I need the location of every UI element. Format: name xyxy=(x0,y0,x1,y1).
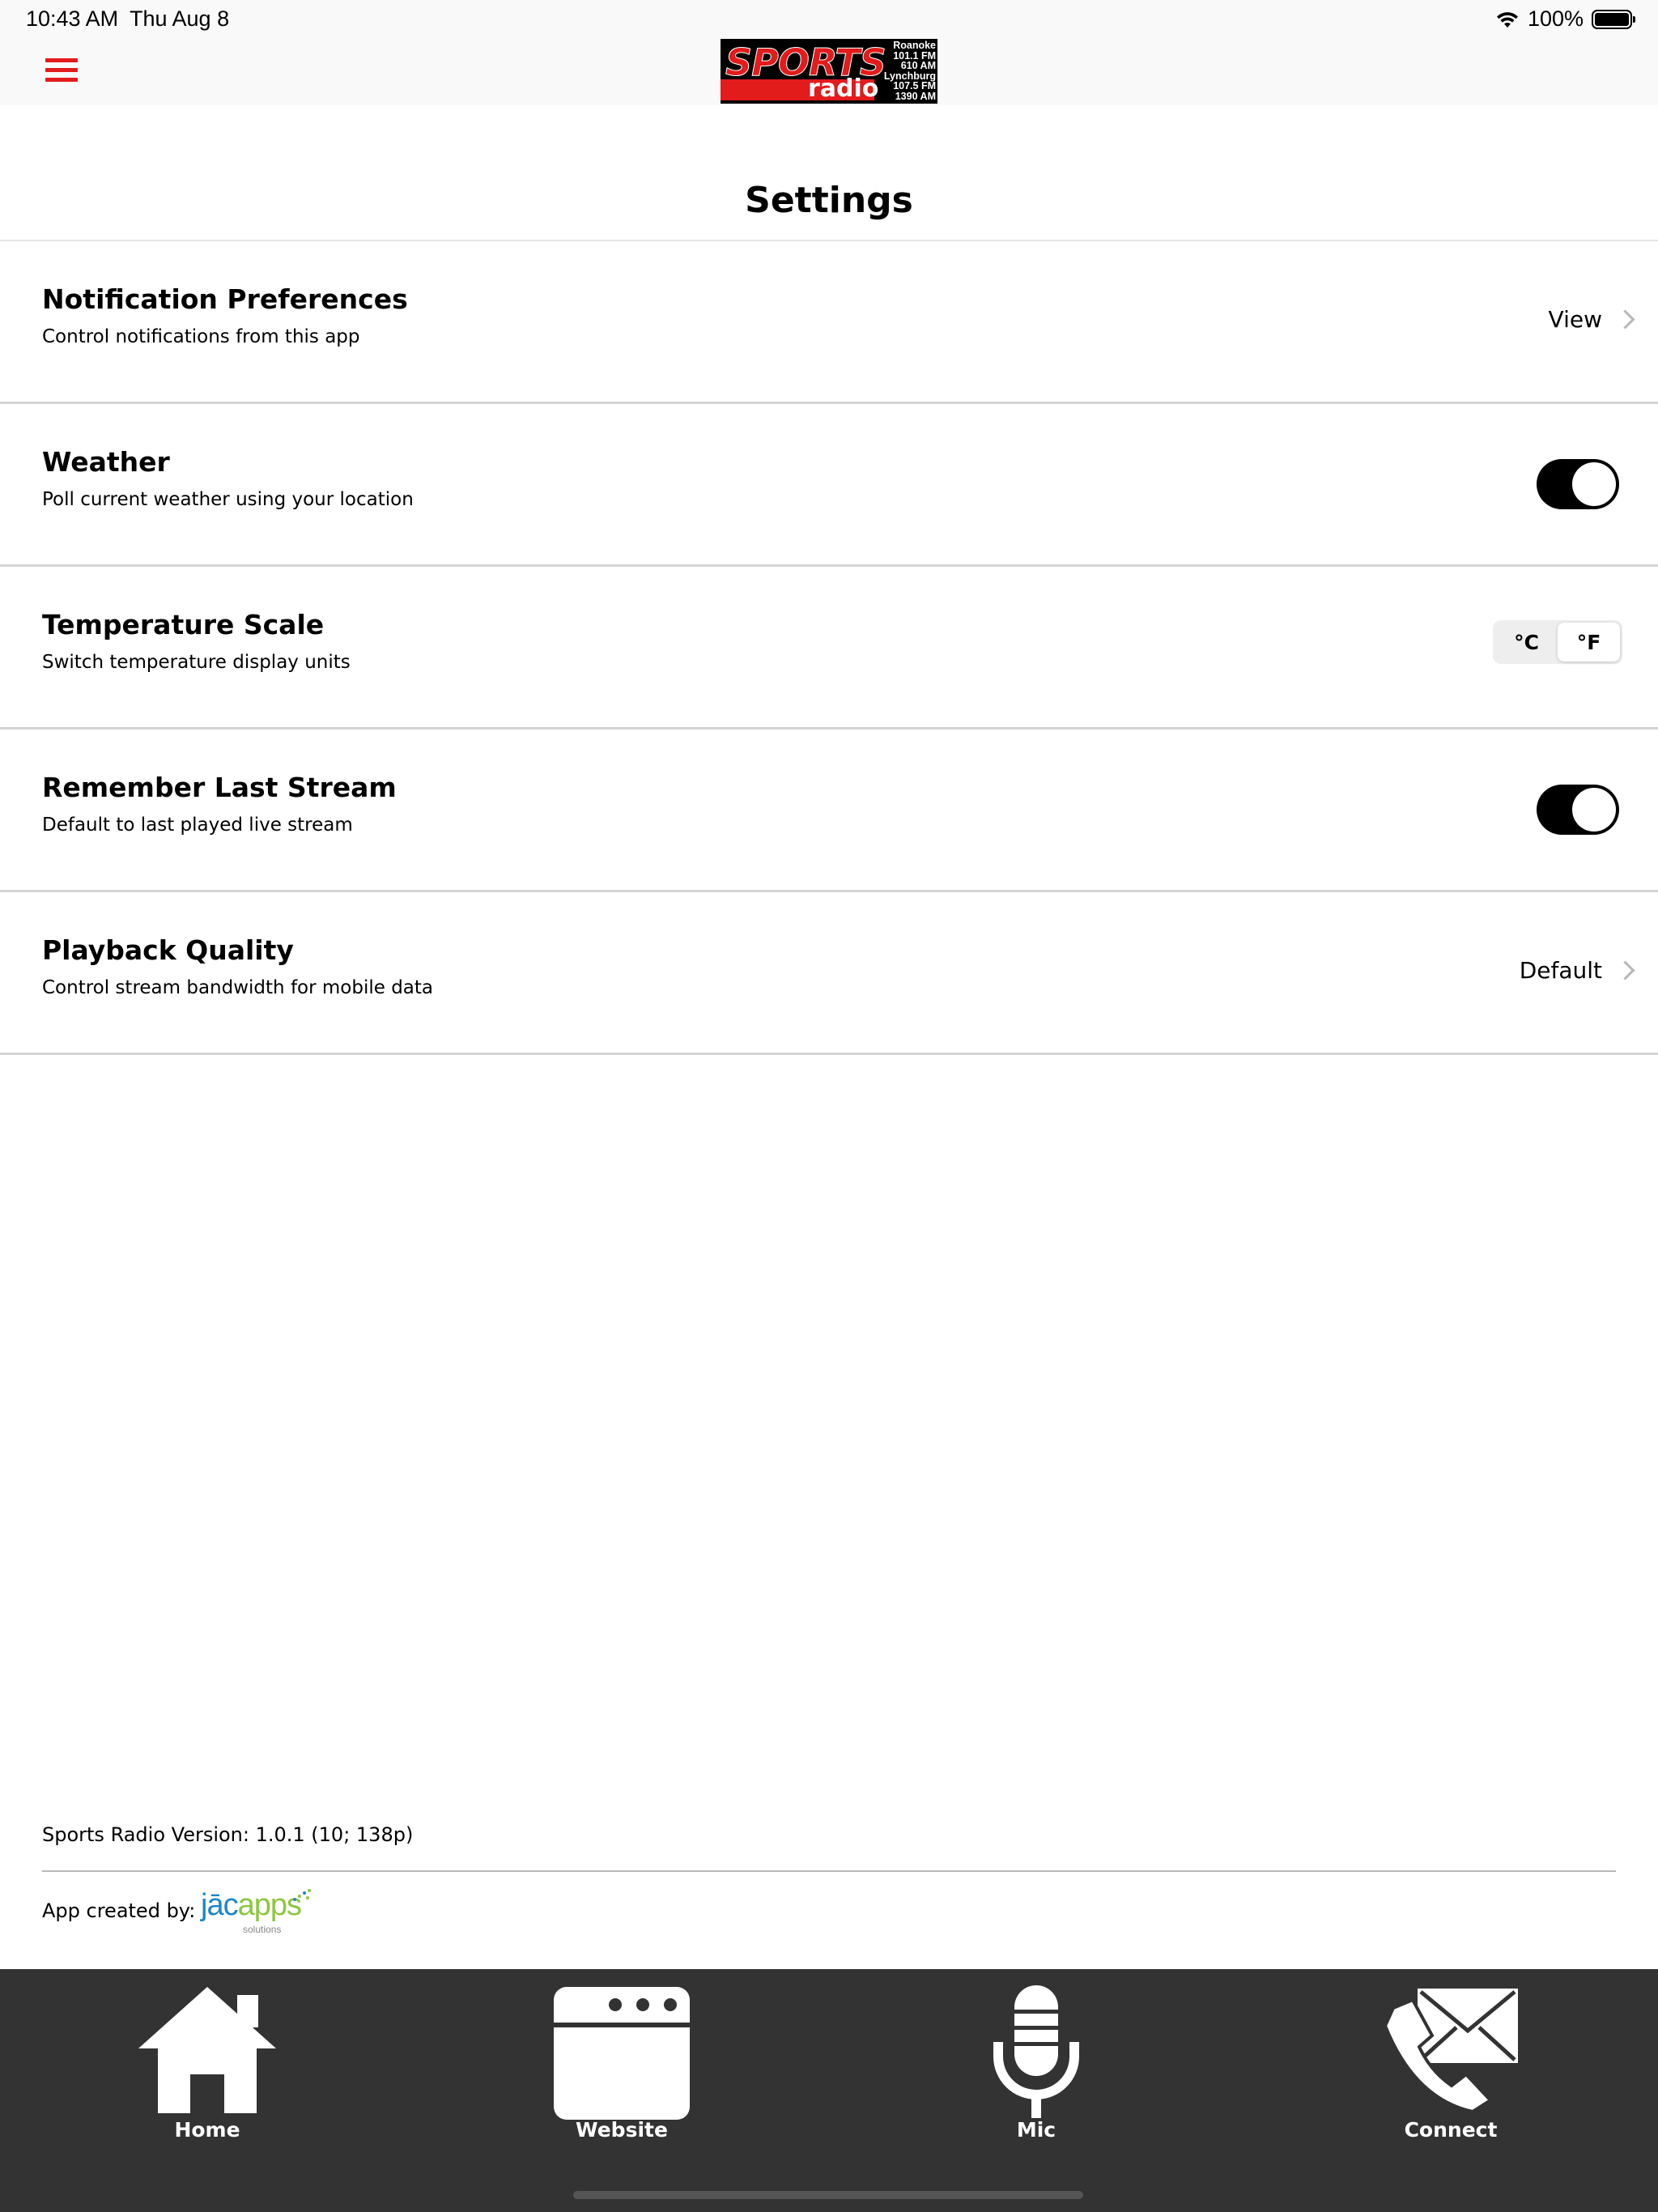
toggle-knob xyxy=(1572,462,1616,506)
fahrenheit-segment[interactable]: °F xyxy=(1558,623,1620,661)
tab-website[interactable]: Website xyxy=(414,1969,829,2155)
action-label: Default xyxy=(1519,957,1602,984)
dots-icon xyxy=(293,1889,311,1901)
chevron-right-icon xyxy=(1615,960,1635,981)
jacapps-logo[interactable]: jācapps solutions xyxy=(201,1888,314,1940)
status-date: Thu Aug 8 xyxy=(130,6,230,31)
version-text: Sports Radio Version: 1.0.1 (10; 138p) xyxy=(42,1823,414,1846)
chevron-right-icon xyxy=(1615,309,1635,330)
browser-window-icon xyxy=(554,1987,690,2120)
setting-title: Playback Quality xyxy=(42,934,294,966)
setting-title: Notification Preferences xyxy=(42,283,408,315)
settings-list: Notification Preferences Control notific… xyxy=(0,241,1658,1055)
view-notification-preferences-button[interactable]: View xyxy=(1548,306,1635,333)
tab-label: Home xyxy=(174,2118,240,2142)
setting-subtitle: Default to last played live stream xyxy=(42,815,353,836)
setting-subtitle: Poll current weather using your location xyxy=(42,489,414,510)
logo-line: 1390 AM xyxy=(895,90,936,102)
jacapps-subtitle: solutions xyxy=(243,1924,282,1935)
tab-bar: Home Website Mic Connect xyxy=(0,1969,1658,2212)
setting-row-playback-quality[interactable]: Playback Quality Control stream bandwidt… xyxy=(0,892,1658,1055)
microphone-icon xyxy=(993,1985,1079,2118)
tab-connect[interactable]: Connect xyxy=(1244,1969,1658,2155)
nav-bar: SPORTS radio Roanoke 101.1 FM 610 AM Lyn… xyxy=(0,39,1658,105)
setting-subtitle: Control stream bandwidth for mobile data xyxy=(42,977,433,998)
tab-label: Connect xyxy=(1404,2118,1498,2142)
home-icon xyxy=(138,1987,276,2113)
action-label: View xyxy=(1548,306,1602,333)
logo-line: 107.5 FM xyxy=(893,80,936,91)
page-title: Settings xyxy=(745,180,913,221)
logo-line: Roanoke xyxy=(893,40,936,51)
phone-envelope-icon xyxy=(1383,1989,1518,2114)
setting-row-temperature-scale: Temperature Scale Switch temperature dis… xyxy=(0,567,1658,730)
battery-percent: 100% xyxy=(1527,6,1584,31)
footer-divider xyxy=(42,1870,1616,1872)
tab-label: Mic xyxy=(1016,2118,1056,2142)
toggle-knob xyxy=(1572,788,1616,832)
hamburger-menu-icon[interactable] xyxy=(45,58,78,86)
status-time: 10:43 AM xyxy=(26,6,119,31)
setting-title: Remember Last Stream xyxy=(42,772,397,803)
setting-row-notification-preferences[interactable]: Notification Preferences Control notific… xyxy=(0,241,1658,404)
home-indicator[interactable] xyxy=(573,2191,1083,2199)
setting-subtitle: Control notifications from this app xyxy=(42,326,360,347)
tab-home[interactable]: Home xyxy=(0,1969,414,2155)
temperature-scale-segmented-control: °C °F xyxy=(1493,620,1622,664)
remember-last-stream-toggle[interactable] xyxy=(1537,785,1619,835)
created-by-label: App created by: xyxy=(42,1899,196,1922)
jacapps-jac: jāc xyxy=(201,1888,239,1922)
wifi-icon xyxy=(1496,11,1518,28)
celsius-segment[interactable]: °C xyxy=(1495,623,1558,661)
playback-quality-button[interactable]: Default xyxy=(1519,957,1635,984)
setting-row-remember-last-stream: Remember Last Stream Default to last pla… xyxy=(0,730,1658,892)
status-bar: 10:43 AM Thu Aug 8 100% xyxy=(0,0,1658,39)
status-indicators: 100% xyxy=(1495,6,1635,32)
logo-line: 610 AM xyxy=(900,60,936,71)
setting-title: Weather xyxy=(42,446,170,478)
weather-toggle[interactable] xyxy=(1537,459,1619,509)
battery-icon xyxy=(1592,9,1635,29)
setting-subtitle: Switch temperature display units xyxy=(42,652,351,673)
setting-title: Temperature Scale xyxy=(42,609,325,640)
logo-frequencies: Roanoke 101.1 FM 610 AM Lynchburg 107.5 … xyxy=(873,40,936,101)
station-logo: SPORTS radio Roanoke 101.1 FM 610 AM Lyn… xyxy=(721,39,937,104)
setting-row-weather: Weather Poll current weather using your … xyxy=(0,404,1658,567)
tab-mic[interactable]: Mic xyxy=(829,1969,1244,2155)
tab-label: Website xyxy=(576,2118,668,2142)
logo-radio-text: radio xyxy=(808,74,879,103)
